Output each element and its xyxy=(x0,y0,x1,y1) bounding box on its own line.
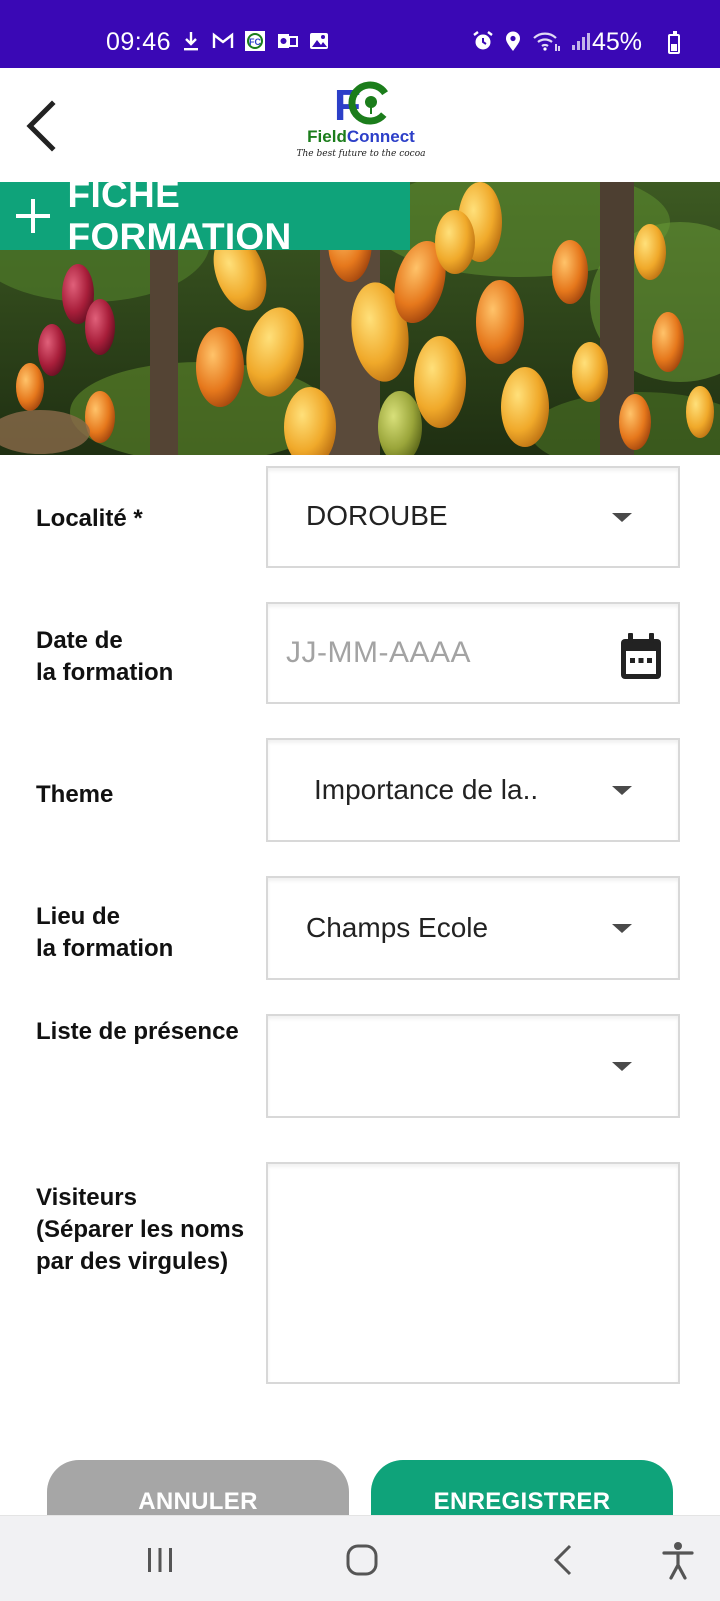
chevron-left-icon[interactable] xyxy=(18,96,68,156)
lieu-label-line2: la formation xyxy=(36,935,174,962)
outlook-icon xyxy=(276,30,298,52)
date-label-line1: Date de xyxy=(36,627,123,654)
recent-apps-icon[interactable] xyxy=(138,1538,182,1582)
logo-name: FieldConnect xyxy=(296,127,426,147)
app-header: F FieldConnect The best future to the co… xyxy=(0,68,720,182)
battery-percent: 45% xyxy=(591,28,642,56)
presence-select[interactable] xyxy=(266,1014,680,1118)
status-bar: 09:46 FC 45% xyxy=(0,0,720,68)
date-input[interactable]: JJ-MM-AAAA xyxy=(266,602,680,704)
location-icon xyxy=(502,30,524,52)
battery-level-fill xyxy=(671,43,677,51)
localite-value: DOROUBE xyxy=(306,500,448,531)
gmail-icon xyxy=(212,30,234,52)
calendar-icon[interactable] xyxy=(618,632,664,682)
logo-tagline: The best future to the cocoa xyxy=(296,149,426,159)
visiteurs-label-line2: (Séparer les noms xyxy=(36,1216,245,1243)
system-icons xyxy=(472,30,592,52)
date-label-line2: la formation xyxy=(36,659,174,686)
logo-name-connect: Connect xyxy=(346,127,415,146)
logo-mark: F xyxy=(328,80,394,130)
cocoa-hero-image: FICHE FORMATION xyxy=(0,182,720,455)
svg-text:FC: FC xyxy=(249,37,261,47)
logo-name-field: Field xyxy=(307,127,347,146)
theme-select[interactable]: Importance de la.. xyxy=(266,738,680,842)
date-placeholder: JJ-MM-AAAA xyxy=(286,636,471,669)
signal-icon xyxy=(570,30,592,52)
download-icon xyxy=(180,30,202,52)
presence-label: Liste de présence xyxy=(36,1018,239,1045)
localite-label: Localité * xyxy=(36,505,143,532)
notification-icons: FC xyxy=(180,30,330,52)
chevron-down-icon xyxy=(612,1062,632,1071)
visiteurs-label-line1: Visiteurs xyxy=(36,1184,137,1211)
page-title: FICHE FORMATION xyxy=(67,182,292,257)
system-nav-bar xyxy=(0,1515,720,1601)
wifi-icon xyxy=(532,30,562,52)
localite-select[interactable]: DOROUBE xyxy=(266,466,680,568)
alarm-icon xyxy=(472,30,494,52)
plus-icon xyxy=(16,199,50,233)
lieu-label-line1: Lieu de xyxy=(36,903,121,930)
battery-icon xyxy=(668,31,680,54)
visiteurs-label-line3: par des virgules) xyxy=(36,1248,229,1275)
accessibility-icon[interactable] xyxy=(656,1538,700,1582)
status-time: 09:46 xyxy=(106,28,172,56)
chevron-down-icon xyxy=(612,924,632,933)
theme-label: Theme xyxy=(36,781,114,808)
theme-value: Importance de la.. xyxy=(314,774,539,805)
page-title-banner: FICHE FORMATION xyxy=(0,182,410,257)
gallery-icon xyxy=(308,30,330,52)
chevron-down-icon xyxy=(612,513,632,522)
lieu-select[interactable]: Champs Ecole xyxy=(266,876,680,980)
chevron-down-icon xyxy=(612,786,632,795)
date-label: Date de la formation xyxy=(36,625,173,689)
home-icon[interactable] xyxy=(340,1538,384,1582)
back-icon[interactable] xyxy=(542,1538,586,1582)
fieldconnect-app-icon: FC xyxy=(244,30,266,52)
visiteurs-label: Visiteurs (Séparer les noms par des virg… xyxy=(36,1182,244,1278)
fieldconnect-logo: F FieldConnect The best future to the co… xyxy=(296,80,426,172)
lieu-label: Lieu de la formation xyxy=(36,901,173,965)
lieu-value: Champs Ecole xyxy=(306,912,489,943)
visiteurs-textarea[interactable] xyxy=(266,1162,680,1384)
